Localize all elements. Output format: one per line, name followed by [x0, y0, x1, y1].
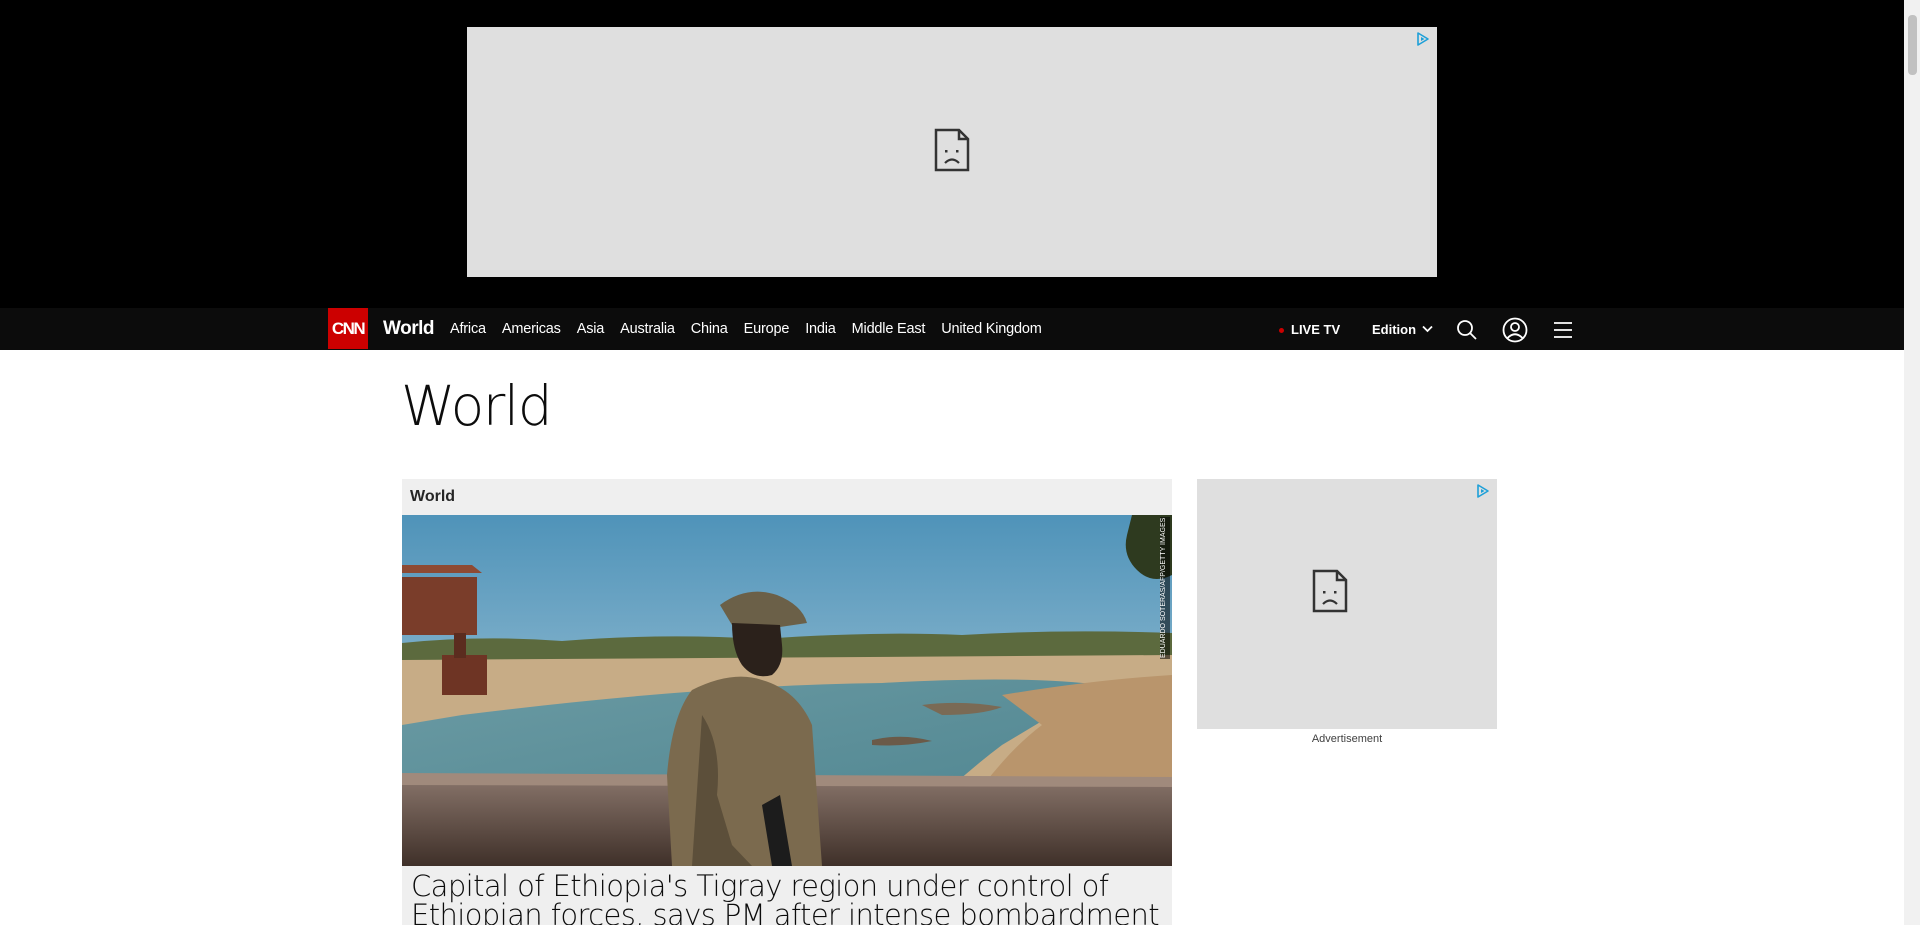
nav-link-china[interactable]: China	[691, 321, 728, 337]
adchoices-icon[interactable]	[1415, 31, 1431, 47]
adchoices-icon[interactable]	[1475, 483, 1491, 499]
nav-link-europe[interactable]: Europe	[744, 321, 790, 337]
nav-link-united-kingdom[interactable]: United Kingdom	[941, 321, 1042, 337]
search-icon[interactable]	[1455, 318, 1479, 342]
cnn-logo[interactable]: CNN	[328, 308, 368, 349]
live-tv-link[interactable]: LIVE TV	[1279, 308, 1340, 350]
live-dot-icon	[1279, 327, 1284, 333]
broken-image-icon	[1312, 569, 1348, 613]
main-nav: CNN World Africa Americas Asia Australia…	[0, 308, 1904, 350]
page-title: World	[401, 374, 553, 438]
page: CNN World Africa Americas Asia Australia…	[0, 0, 1920, 925]
advertisement-caption: Advertisement	[1311, 733, 1383, 745]
broken-image-icon	[934, 128, 970, 172]
scrollbar-thumb[interactable]	[1908, 15, 1917, 75]
lead-story-image[interactable]: EDUARDO SOTERAS/AFP/GETTY IMAGES	[402, 515, 1172, 866]
nav-links: Africa Americas Asia Australia China Eur…	[450, 308, 1058, 350]
edition-dropdown[interactable]: Edition	[1372, 308, 1433, 350]
live-tv-label: LIVE TV	[1291, 321, 1341, 337]
soldier-by-river-image	[402, 515, 1172, 866]
lead-story-headline[interactable]: Capital of Ethiopia's Tigray region unde…	[411, 872, 1171, 925]
card-section-label[interactable]: World	[410, 488, 455, 506]
menu-icon[interactable]	[1551, 318, 1575, 342]
top-ad[interactable]	[467, 27, 1437, 277]
nav-link-africa[interactable]: Africa	[450, 321, 486, 337]
nav-link-americas[interactable]: Americas	[502, 321, 561, 337]
top-ad-band	[0, 0, 1904, 308]
photo-credit: EDUARDO SOTERAS/AFP/GETTY IMAGES	[1160, 517, 1170, 659]
nav-section-title[interactable]: World	[383, 318, 434, 340]
chevron-down-icon	[1422, 325, 1433, 333]
nav-link-middle-east[interactable]: Middle East	[852, 321, 926, 337]
edition-label: Edition	[1372, 321, 1417, 337]
side-ad[interactable]	[1197, 479, 1497, 729]
vertical-scrollbar[interactable]	[1904, 0, 1920, 925]
nav-link-india[interactable]: India	[805, 321, 836, 337]
nav-link-australia[interactable]: Australia	[620, 321, 675, 337]
lead-story-card[interactable]: World EDUARDO SOTERAS/AFP/GETTY IMAGES C…	[402, 479, 1172, 925]
nav-link-asia[interactable]: Asia	[577, 321, 605, 337]
account-icon[interactable]	[1502, 317, 1528, 343]
